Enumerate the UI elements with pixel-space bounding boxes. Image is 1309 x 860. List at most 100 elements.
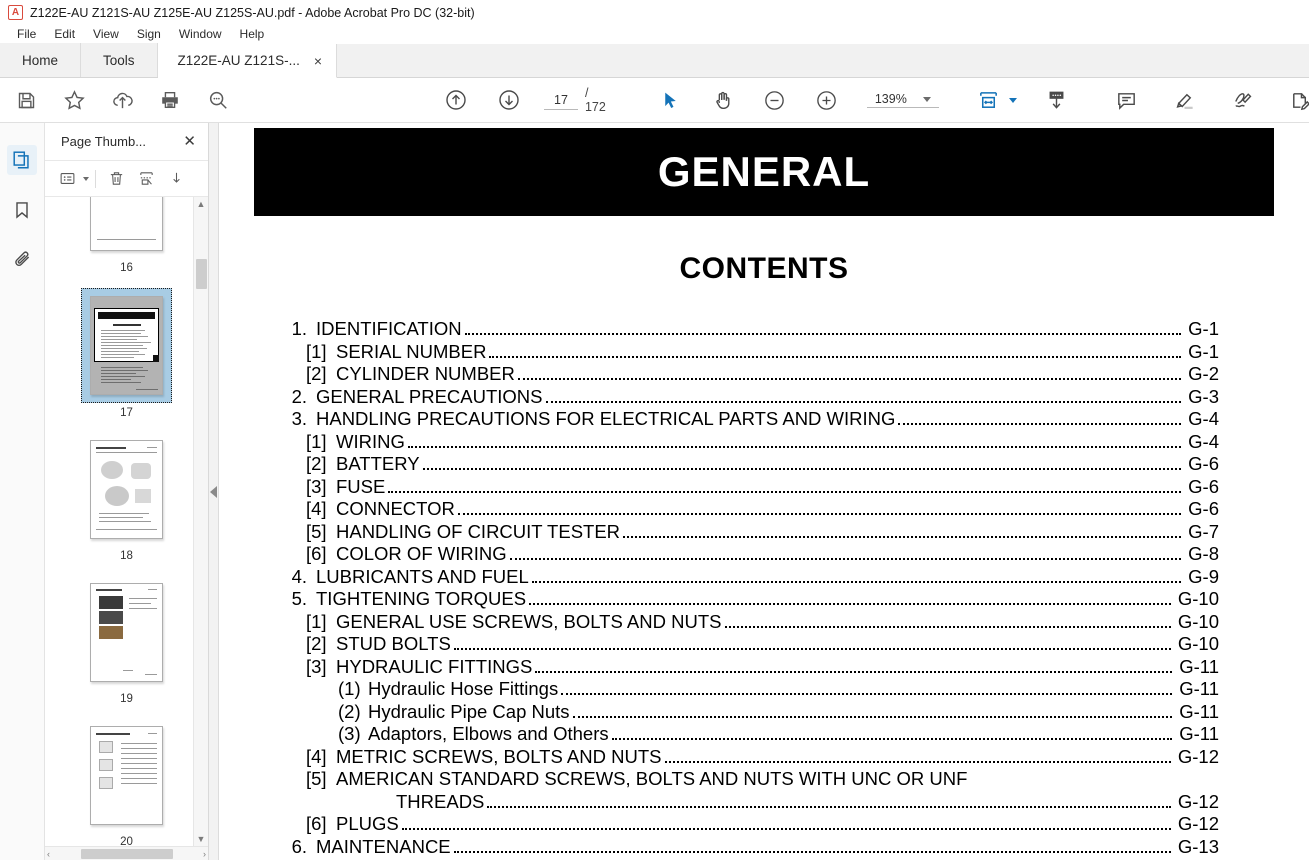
save-button[interactable] bbox=[8, 84, 44, 116]
menu-window[interactable]: Window bbox=[170, 25, 231, 44]
close-icon[interactable]: × bbox=[314, 54, 322, 68]
toc-entry[interactable]: [6] COLOR OF WIRING G-8 bbox=[282, 543, 1219, 565]
tab-document-label: Z122E-AU Z121S-... bbox=[177, 53, 300, 68]
toc-leader-dots bbox=[464, 333, 1182, 335]
toc-entry[interactable]: [6] PLUGS G-12 bbox=[282, 813, 1219, 835]
star-icon[interactable] bbox=[56, 84, 92, 116]
fit-page-chevron-down-icon[interactable] bbox=[1008, 97, 1017, 103]
search-icon[interactable] bbox=[200, 84, 236, 116]
toc-entry-label: HANDLING OF CIRCUIT TESTER bbox=[336, 520, 621, 542]
thumbnails-horizontal-scrollbar[interactable]: ‹ › bbox=[45, 846, 208, 860]
toc-entry[interactable]: (2) Hydraulic Pipe Cap Nuts G-11 bbox=[282, 701, 1219, 723]
toc-entry-label: IDENTIFICATION bbox=[316, 318, 462, 339]
toc-entry[interactable]: 4. LUBRICANTS AND FUEL G-9 bbox=[282, 566, 1219, 588]
menu-edit[interactable]: Edit bbox=[45, 25, 84, 44]
sidebar-item-page-thumbnails[interactable] bbox=[7, 145, 37, 175]
toc-entry[interactable]: [1] WIRING G-4 bbox=[282, 431, 1219, 453]
toc-entry[interactable]: [2] BATTERY G-6 bbox=[282, 453, 1219, 475]
toc-entry[interactable]: (1) Hydraulic Hose Fittings G-11 bbox=[282, 678, 1219, 700]
thumbnails-vertical-scrollbar[interactable]: ▲ ▼ bbox=[193, 197, 208, 846]
thumbnail-page-18[interactable]: 18 bbox=[45, 433, 208, 562]
print-button[interactable] bbox=[152, 84, 188, 116]
toc-entry[interactable]: THREADS G-12 bbox=[282, 791, 1219, 813]
scroll-down-icon[interactable]: ▼ bbox=[197, 832, 206, 846]
toc-entry-page: G-11 bbox=[1179, 655, 1219, 677]
sign-button[interactable] bbox=[1225, 84, 1261, 116]
hand-tool-button[interactable] bbox=[705, 84, 741, 116]
toc-entry[interactable]: [1] SERIAL NUMBER G-1 bbox=[282, 341, 1219, 363]
toc-entry[interactable]: [5] AMERICAN STANDARD SCREWS, BOLTS AND N… bbox=[282, 768, 1219, 790]
menu-sign[interactable]: Sign bbox=[128, 25, 170, 44]
page-number-input[interactable] bbox=[543, 90, 578, 110]
toc-leader-dots bbox=[422, 468, 1182, 470]
previous-page-button[interactable] bbox=[439, 84, 472, 116]
fit-page-button[interactable] bbox=[971, 84, 1007, 116]
collapse-panel-arrow-icon[interactable] bbox=[210, 485, 217, 498]
menu-view[interactable]: View bbox=[84, 25, 128, 44]
horizontal-scrollbar-thumb[interactable] bbox=[80, 848, 173, 859]
toc-entry[interactable]: [2] CYLINDER NUMBER G-2 bbox=[282, 363, 1219, 385]
menu-file[interactable]: File bbox=[8, 25, 45, 44]
toc-entry[interactable]: 5. TIGHTENING TORQUES G-10 bbox=[282, 588, 1219, 610]
tab-home[interactable]: Home bbox=[0, 43, 82, 77]
cloud-upload-icon[interactable] bbox=[104, 84, 140, 116]
scroll-up-icon[interactable]: ▲ bbox=[197, 197, 206, 211]
page-total-label: / 172 bbox=[584, 86, 606, 114]
zoom-out-button[interactable] bbox=[757, 84, 793, 116]
toc-entry[interactable]: [1] GENERAL USE SCREWS, BOLTS AND NUTS G-1… bbox=[282, 611, 1219, 633]
thumbnail-image bbox=[90, 726, 163, 825]
document-view[interactable]: GENERAL CONTENTS 1. IDENTIFICATION G-1 [1] S… bbox=[219, 123, 1309, 860]
tab-tools[interactable]: Tools bbox=[81, 43, 158, 77]
toc-entry[interactable]: 1. IDENTIFICATION G-1 bbox=[282, 318, 1219, 340]
toc-entry[interactable]: [2] STUD BOLTS G-10 bbox=[282, 633, 1219, 655]
highlight-button[interactable] bbox=[1167, 84, 1203, 116]
vertical-scrollbar-thumb[interactable] bbox=[196, 259, 207, 289]
thumbnail-page-16[interactable]: 16 bbox=[45, 197, 208, 274]
toc-entry[interactable]: [4] CONNECTOR G-6 bbox=[282, 498, 1219, 520]
extract-pages-icon[interactable] bbox=[132, 166, 160, 192]
comment-button[interactable] bbox=[1109, 84, 1145, 116]
toc-leader-dots bbox=[572, 715, 1173, 718]
toc-entry[interactable]: 3. HANDLING PRECAUTIONS FOR ELECTRICAL PA… bbox=[282, 408, 1219, 430]
toc-leader-dots bbox=[407, 445, 1182, 448]
delete-pages-icon[interactable] bbox=[102, 166, 130, 192]
toc-entry-number: [6] bbox=[306, 543, 327, 564]
toc-entry-number: [4] bbox=[306, 498, 327, 519]
menu-help[interactable]: Help bbox=[231, 25, 274, 44]
options-chevron-down-icon[interactable] bbox=[83, 176, 89, 181]
sidebar-item-attachments[interactable] bbox=[7, 245, 37, 275]
sidebar-item-bookmarks[interactable] bbox=[7, 195, 37, 225]
thumbnail-page-19[interactable]: 19 bbox=[45, 576, 208, 705]
toc-entry[interactable]: 6. MAINTENANCE G-13 bbox=[282, 836, 1219, 858]
toc-entry[interactable]: (3) Adaptors, Elbows and Others G-11 bbox=[282, 723, 1219, 745]
toc-entry[interactable]: [4] METRIC SCREWS, BOLTS AND NUTS G-12 bbox=[282, 746, 1219, 768]
toc-entry[interactable]: [3] FUSE G-6 bbox=[282, 476, 1219, 498]
toc-entry-page: G-9 bbox=[1188, 565, 1219, 587]
panel-divider[interactable] bbox=[209, 123, 219, 860]
thumbnail-number: 16 bbox=[120, 262, 133, 274]
scroll-mode-button[interactable] bbox=[1039, 84, 1075, 116]
toc-entry-page: G-10 bbox=[1177, 588, 1219, 609]
toc-entry[interactable]: [5] HANDLING OF CIRCUIT TESTER G-7 bbox=[282, 521, 1219, 543]
toc-entry[interactable]: [3] HYDRAULIC FITTINGS G-11 bbox=[282, 656, 1219, 678]
toc-entry-number: [2] bbox=[306, 453, 327, 474]
zoom-level-dropdown[interactable]: 139% bbox=[866, 92, 939, 108]
scroll-right-icon[interactable]: › bbox=[203, 847, 206, 860]
toc-entry[interactable]: 2. GENERAL PRECAUTIONS G-3 bbox=[282, 386, 1219, 408]
insert-pages-icon[interactable] bbox=[162, 166, 190, 192]
thumbnail-page-17[interactable]: 17 bbox=[45, 288, 208, 419]
next-page-button[interactable] bbox=[492, 84, 525, 116]
thumbnails-header: Page Thumb... ✕ bbox=[45, 123, 208, 161]
toolbar-tools-group: 139% bbox=[653, 84, 939, 116]
thumbnails-close-icon[interactable]: ✕ bbox=[183, 134, 196, 149]
zoom-in-button[interactable] bbox=[809, 84, 845, 116]
thumbnails-list[interactable]: 16 17 18 19 20 ▲ ▼ ‹ › bbox=[45, 197, 208, 860]
thumbnail-page-20[interactable]: 20 bbox=[45, 719, 208, 848]
fill-and-sign-button[interactable] bbox=[1283, 84, 1309, 116]
tab-document[interactable]: Z122E-AU Z121S-... × bbox=[157, 44, 338, 78]
select-tool-button[interactable] bbox=[653, 84, 689, 116]
toolbar-nav-group: / 172 bbox=[439, 84, 611, 116]
scroll-left-icon[interactable]: ‹ bbox=[47, 847, 50, 860]
options-list-icon[interactable] bbox=[53, 166, 81, 192]
toc-leader-dots bbox=[664, 760, 1171, 763]
